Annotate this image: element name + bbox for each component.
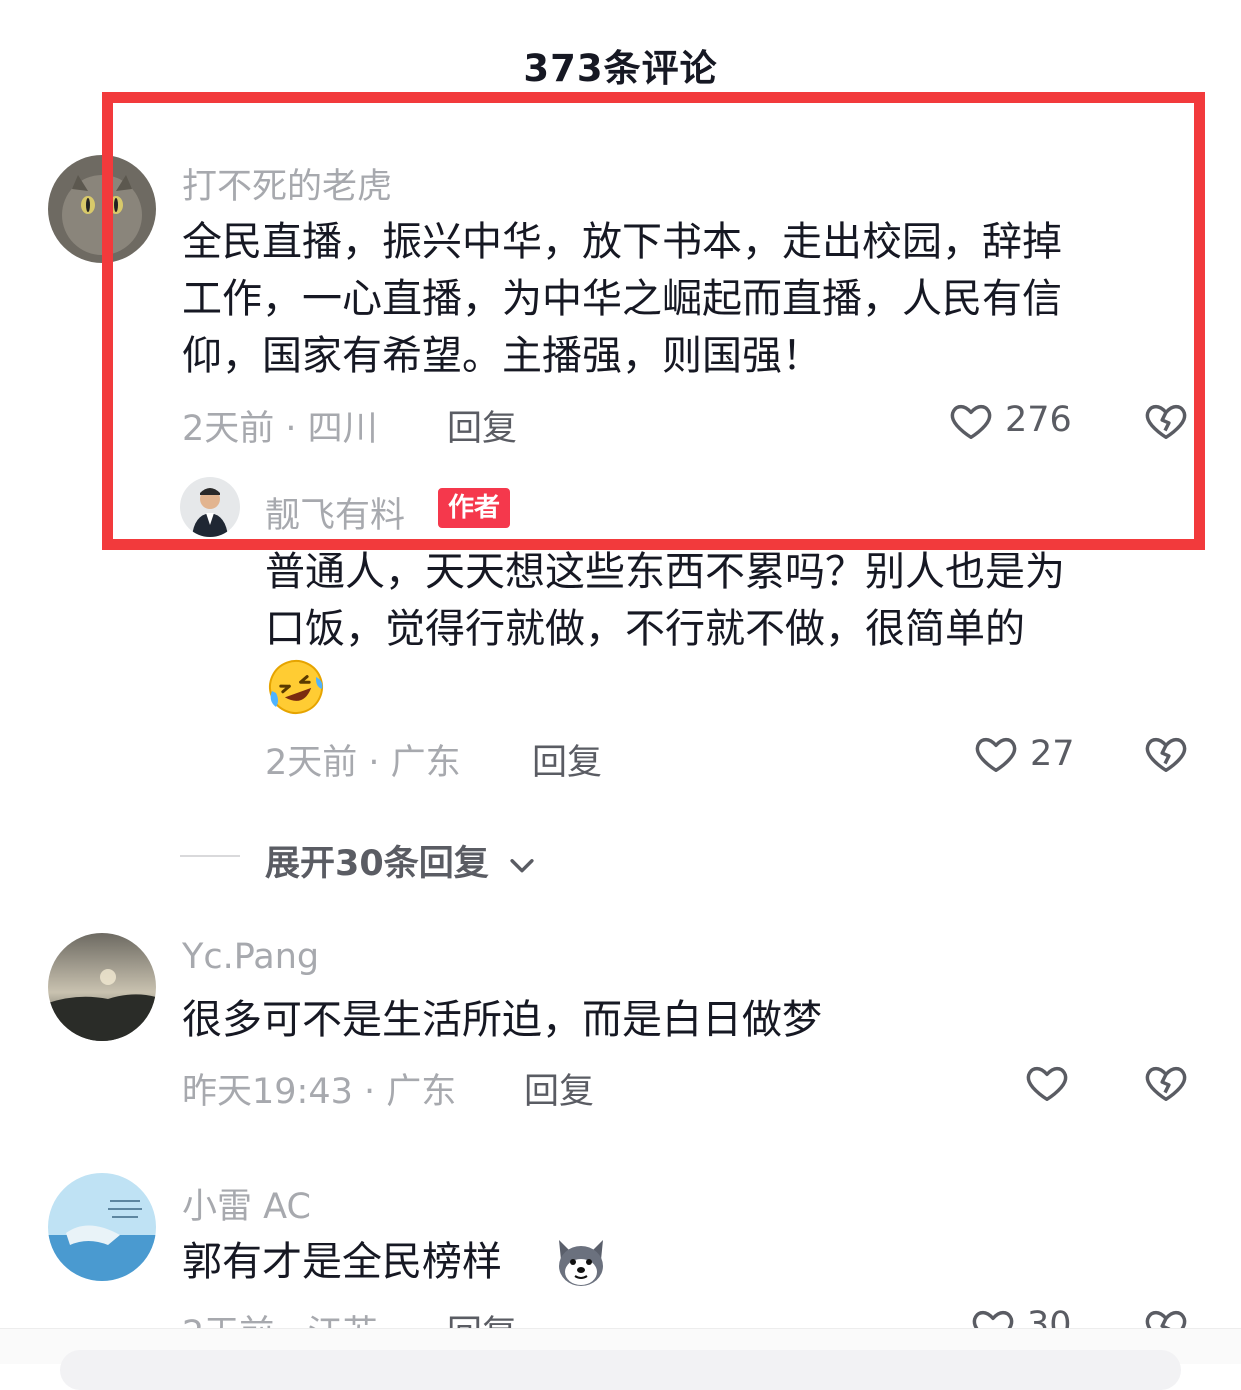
reply-button[interactable]: 回复 xyxy=(524,1063,594,1114)
reply-button[interactable]: 回复 xyxy=(532,734,602,785)
dog-face-emoji-icon xyxy=(553,1234,609,1290)
comment-meta: 昨天19:43 · 广东 xyxy=(182,1072,457,1112)
comment-input-bar[interactable] xyxy=(60,1350,1181,1390)
heart-icon[interactable] xyxy=(973,731,1019,777)
comment-username[interactable]: 小雷 AC xyxy=(182,1178,311,1229)
author-reply-text: 普通人，天天想这些东西不累吗？别人也是为 口饭，觉得行就做，不行就不做，很简单的 xyxy=(265,544,1065,658)
avatar[interactable] xyxy=(48,1173,156,1281)
comment-username[interactable]: Yc.Pang xyxy=(182,937,319,977)
comment-text-line: 很多可不是生活所迫，而是白日做梦 xyxy=(182,997,822,1043)
heart-icon[interactable] xyxy=(1024,1060,1070,1106)
like-count: 27 xyxy=(1030,734,1075,774)
broken-heart-icon[interactable] xyxy=(1143,731,1189,777)
comment-text-line: 普通人，天天想这些东西不累吗？别人也是为 xyxy=(265,549,1065,595)
comment-text-line: 口饭，觉得行就做，不行就不做，很简单的 xyxy=(265,606,1025,652)
comment-count-title: 373条评论 xyxy=(523,47,718,90)
author-reply-meta: 2天前 · 广东 xyxy=(265,743,461,783)
expand-divider xyxy=(180,855,240,857)
comment-text: 很多可不是生活所迫，而是白日做梦 xyxy=(182,992,822,1049)
chevron-down-icon xyxy=(505,848,539,882)
broken-heart-icon[interactable] xyxy=(1143,1060,1189,1106)
comment-text: 郭有才是全民榜样 xyxy=(182,1234,502,1291)
expand-replies-label: 展开30条回复 xyxy=(265,844,489,884)
highlight-box xyxy=(102,92,1205,550)
laughing-crying-emoji-icon xyxy=(266,657,326,717)
avatar[interactable] xyxy=(48,933,156,1041)
expand-replies-button[interactable]: 展开30条回复 xyxy=(265,835,539,886)
comment-text-line: 郭有才是全民榜样 xyxy=(182,1239,502,1285)
